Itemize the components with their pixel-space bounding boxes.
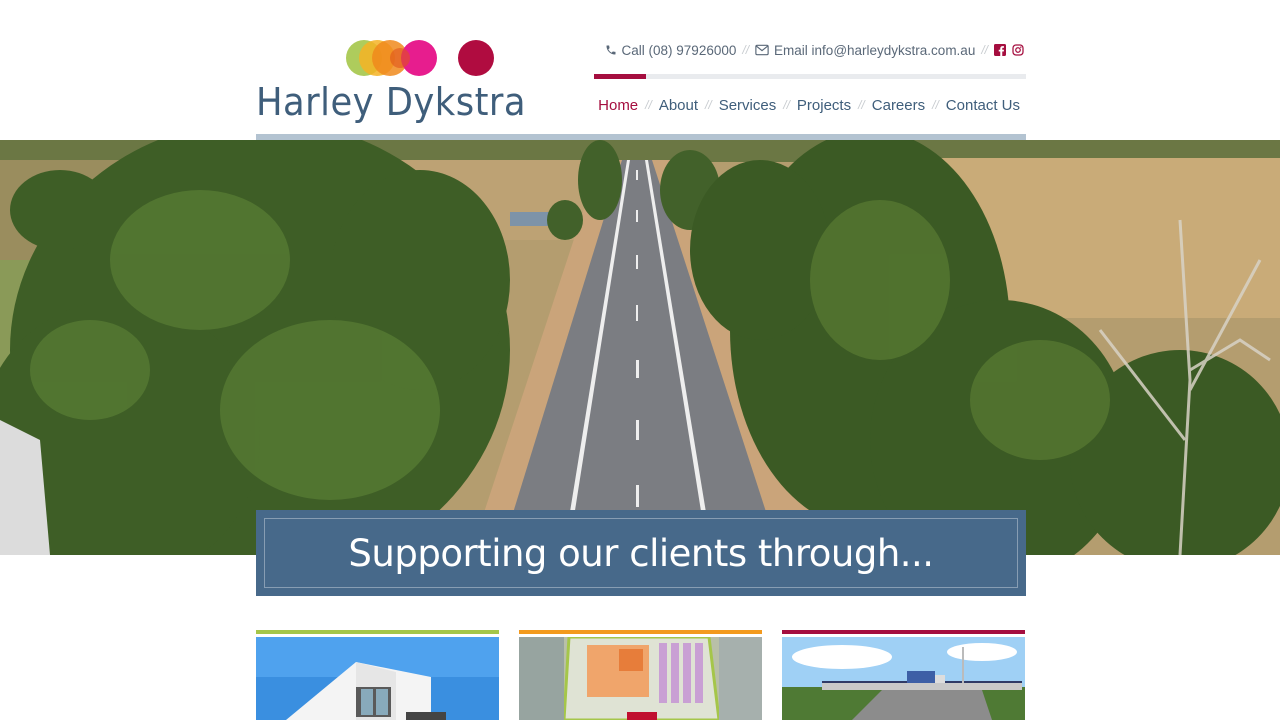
service-card-planning[interactable] xyxy=(519,630,762,720)
hero-tagline-banner: Supporting our clients through... xyxy=(256,510,1026,596)
nav-item-about[interactable]: About xyxy=(659,97,698,114)
envelope-icon xyxy=(755,44,769,56)
instagram-link[interactable] xyxy=(1012,44,1024,56)
phone-link[interactable]: Call (08) 97926000 xyxy=(605,42,737,58)
facebook-link[interactable] xyxy=(994,44,1006,56)
logo-wordmark: Harley Dykstra xyxy=(256,80,527,124)
nav-separator: // xyxy=(645,98,652,112)
contact-separator: // xyxy=(981,43,988,57)
nav-separator: // xyxy=(858,98,865,112)
nav-item-home[interactable]: Home xyxy=(598,97,638,114)
hero-image xyxy=(0,140,1280,555)
harley-dykstra-logo[interactable]: Harley Dykstra xyxy=(256,36,526,126)
hero-tagline: Supporting our clients through... xyxy=(348,531,934,575)
highway-bridge-image xyxy=(782,637,1025,720)
site-header: Harley Dykstra Call (08) 97926000 // Ema… xyxy=(0,0,1280,140)
email-label: Email info@harleydykstra.com.au xyxy=(774,42,976,58)
service-card-infrastructure[interactable] xyxy=(782,630,1025,720)
instagram-icon xyxy=(1012,44,1024,56)
email-link[interactable]: Email info@harleydykstra.com.au xyxy=(755,43,975,58)
nav-item-projects[interactable]: Projects xyxy=(797,97,851,114)
facebook-icon xyxy=(994,44,1006,56)
main-nav: Home // About // Services // Projects //… xyxy=(598,94,1020,116)
card-accent-bar xyxy=(519,630,762,634)
nav-separator: // xyxy=(783,98,790,112)
logo-circles-icon xyxy=(346,40,494,76)
card-accent-bar xyxy=(256,630,499,634)
apartment-building-image xyxy=(256,637,499,720)
nav-item-careers[interactable]: Careers xyxy=(872,97,925,114)
subdivision-plan-image xyxy=(519,637,762,720)
contact-separator: // xyxy=(742,43,750,57)
phone-label: Call (08) 97926000 xyxy=(621,42,737,58)
nav-active-indicator xyxy=(594,74,646,79)
service-card-building[interactable] xyxy=(256,630,499,720)
nav-item-services[interactable]: Services xyxy=(719,97,777,114)
aerial-road-illustration xyxy=(0,140,1280,555)
contact-bar: Call (08) 97926000 // Email info@harleyd… xyxy=(605,40,1024,60)
tagline-frame: Supporting our clients through... xyxy=(264,518,1018,588)
card-accent-bar xyxy=(782,630,1025,634)
nav-separator: // xyxy=(932,98,939,112)
nav-separator: // xyxy=(705,98,712,112)
nav-item-contact-us[interactable]: Contact Us xyxy=(946,97,1020,114)
phone-icon xyxy=(606,45,616,55)
nav-rule xyxy=(594,74,1026,79)
